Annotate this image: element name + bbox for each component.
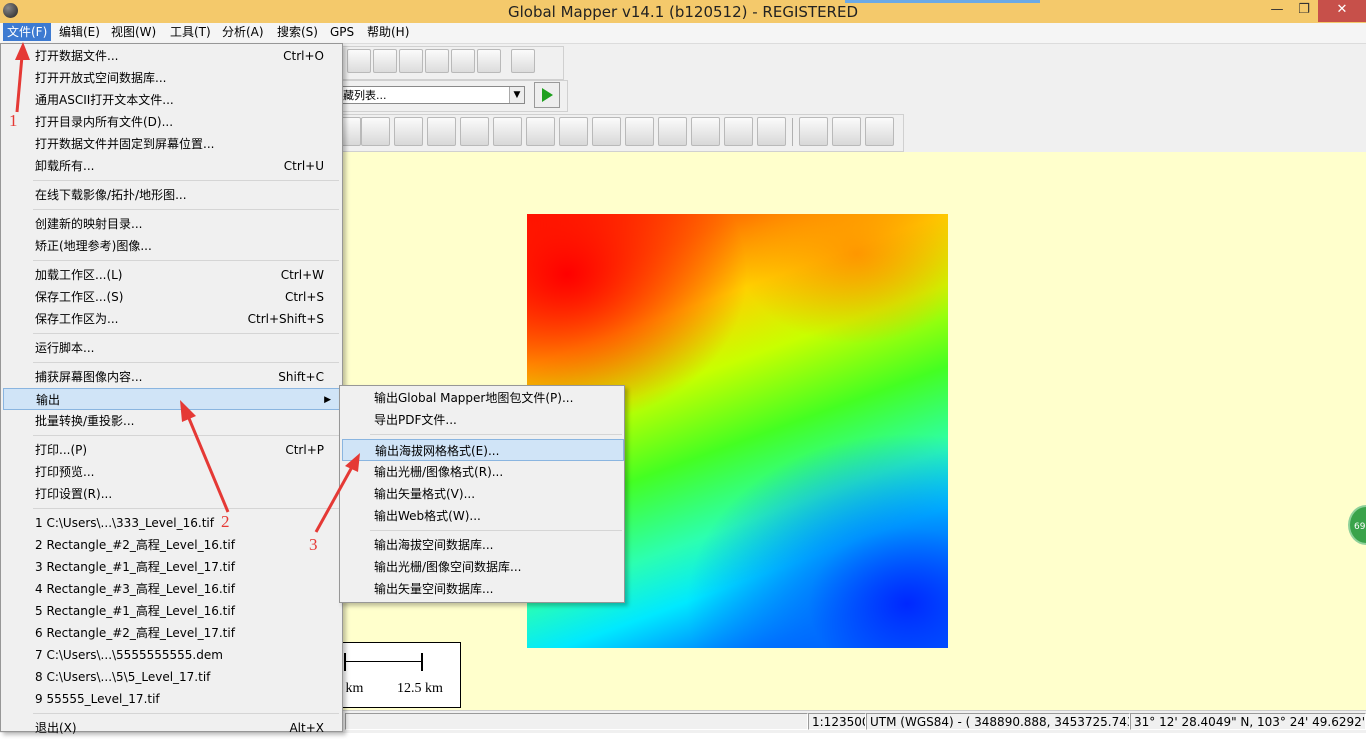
annotation-arrow-2: [180, 400, 230, 513]
annotation-arrow-1: [15, 42, 30, 113]
annotation-arrow-3: [314, 453, 360, 533]
annotation-number-3: 3: [309, 535, 318, 554]
annotation-number-2: 2: [221, 512, 230, 531]
annotation-overlay: [15, 42, 360, 533]
annotation-number-1: 1: [9, 111, 18, 130]
